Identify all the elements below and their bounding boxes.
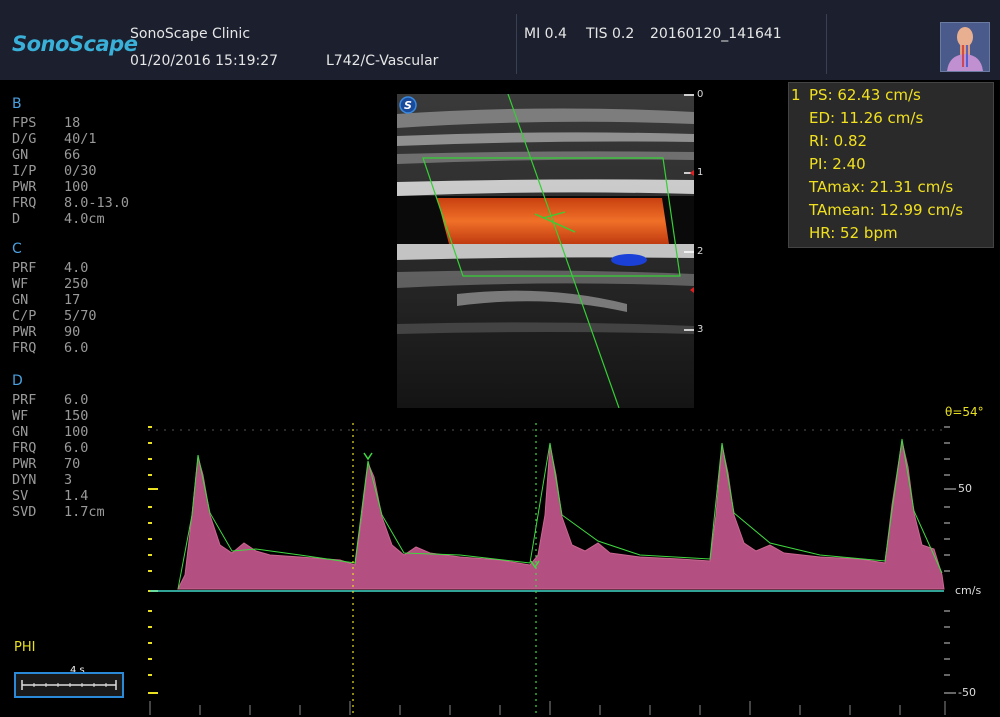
file-id: 20160120_141641 bbox=[650, 26, 782, 42]
param-key: GN bbox=[12, 292, 29, 308]
ta-mean-value: TAmean: 12.99 cm/s bbox=[809, 201, 964, 219]
heart-rate-value: HR: 52 bpm bbox=[809, 224, 898, 242]
color-mode-params: C PRF 4.0 WF 250 GN 17 C/P 5/70 PWR 90 FRQ 6.0 bbox=[12, 241, 97, 356]
param-key: PWR bbox=[12, 324, 37, 340]
param-key: PWR bbox=[12, 179, 37, 195]
left-scale-ticks bbox=[148, 426, 158, 694]
param-row: PWR 90 bbox=[12, 324, 97, 340]
param-row: PWR 100 bbox=[12, 179, 129, 195]
thermal-index: TIS 0.2 bbox=[586, 26, 635, 42]
ta-max-value: TAmax: 21.31 cm/s bbox=[809, 178, 954, 196]
sonoscape-logo: SonoScape bbox=[12, 32, 138, 56]
right-scale-ticks bbox=[944, 426, 956, 694]
param-key: GN bbox=[12, 147, 29, 163]
param-value: 8.0-13.0 bbox=[64, 195, 130, 211]
probe-preset: L742/C-Vascular bbox=[326, 53, 439, 69]
param-key: D bbox=[12, 211, 21, 227]
param-value: 0/30 bbox=[64, 163, 97, 179]
param-key: PRF bbox=[12, 260, 37, 276]
measurement-index: 1 bbox=[791, 86, 801, 104]
param-row: D/G 40/1 bbox=[12, 131, 129, 147]
color-mode-title: C bbox=[12, 241, 22, 257]
param-key: D/G bbox=[12, 131, 37, 147]
param-value: 40/1 bbox=[64, 131, 97, 147]
peak-systolic-value: PS: 62.43 cm/s bbox=[809, 86, 921, 104]
param-row: GN 17 bbox=[12, 292, 97, 308]
param-key: C/P bbox=[12, 308, 37, 324]
param-value: 4.0 bbox=[64, 260, 89, 276]
time-scale-ruler bbox=[21, 680, 117, 690]
depth-label: 0 bbox=[697, 89, 704, 100]
param-key: WF bbox=[12, 276, 29, 292]
svg-text:S: S bbox=[404, 99, 412, 112]
ultrasound-image[interactable]: S bbox=[397, 94, 694, 408]
param-value: 90 bbox=[64, 324, 81, 340]
header-divider bbox=[516, 14, 517, 74]
param-key: FRQ bbox=[12, 340, 37, 356]
velocity-scale-top: 50 bbox=[958, 482, 972, 495]
param-row: GN 66 bbox=[12, 147, 129, 163]
spectrum-waveform bbox=[177, 440, 945, 590]
depth-ticks bbox=[684, 94, 694, 331]
end-diastolic-value: ED: 11.26 cm/s bbox=[809, 109, 924, 127]
param-row: C/P 5/70 bbox=[12, 308, 97, 324]
velocity-scale-bottom: -50 bbox=[958, 686, 976, 699]
time-ticks bbox=[149, 701, 946, 715]
measurement-results-panel: 1 PS: 62.43 cm/s ED: 11.26 cm/s RI: 0.82… bbox=[788, 82, 994, 248]
reverse-flow-blob bbox=[611, 254, 647, 266]
param-value: 4.0cm bbox=[64, 211, 105, 227]
angle-correction-label: θ=54° bbox=[945, 405, 984, 419]
depth-label: 2 bbox=[697, 246, 704, 257]
param-value: 66 bbox=[64, 147, 81, 163]
b-mode-title: B bbox=[12, 96, 22, 112]
param-row: D 4.0cm bbox=[12, 211, 129, 227]
peak-systolic-marker[interactable] bbox=[363, 452, 373, 461]
clinic-name: SonoScape Clinic bbox=[130, 26, 251, 42]
param-key: I/P bbox=[12, 163, 37, 179]
param-value: 5/70 bbox=[64, 308, 97, 324]
depth-label: 1 bbox=[697, 167, 704, 178]
pulsatility-index-value: PI: 2.40 bbox=[809, 155, 866, 173]
param-value: 6.0 bbox=[64, 340, 89, 356]
b-mode-params: B FPS 18 D/G 40/1 GN 66 I/P 0/30 PWR 100 FRQ 8… bbox=[12, 96, 129, 227]
param-key: FRQ bbox=[12, 195, 37, 211]
param-row: WF 250 bbox=[12, 276, 97, 292]
param-key: FPS bbox=[12, 115, 37, 131]
exam-datetime: 01/20/2016 15:19:27 bbox=[130, 53, 279, 69]
body-marker-icon[interactable] bbox=[940, 22, 990, 72]
param-row: PRF 4.0 bbox=[12, 260, 97, 276]
param-row: FPS 18 bbox=[12, 115, 129, 131]
depth-label: 3 bbox=[697, 324, 704, 335]
header-bar: SonoScape SonoScape Clinic 01/20/2016 15… bbox=[0, 0, 1000, 80]
doppler-mode-title: D bbox=[12, 373, 23, 389]
param-row: FRQ 6.0 bbox=[12, 340, 97, 356]
param-value: 18 bbox=[64, 115, 81, 131]
param-value: 17 bbox=[64, 292, 81, 308]
doppler-spectrum[interactable] bbox=[0, 405, 1000, 717]
mechanical-index: MI 0.4 bbox=[524, 26, 567, 42]
param-row: FRQ 8.0-13.0 bbox=[12, 195, 129, 211]
velocity-unit-label: cm/s bbox=[955, 584, 982, 597]
phi-indicator: PHI bbox=[14, 640, 36, 655]
param-value: 100 bbox=[64, 179, 89, 195]
resistive-index-value: RI: 0.82 bbox=[809, 132, 868, 150]
time-scale-bar[interactable] bbox=[14, 672, 124, 698]
header-divider bbox=[826, 14, 827, 74]
param-row: I/P 0/30 bbox=[12, 163, 129, 179]
param-value: 250 bbox=[64, 276, 89, 292]
